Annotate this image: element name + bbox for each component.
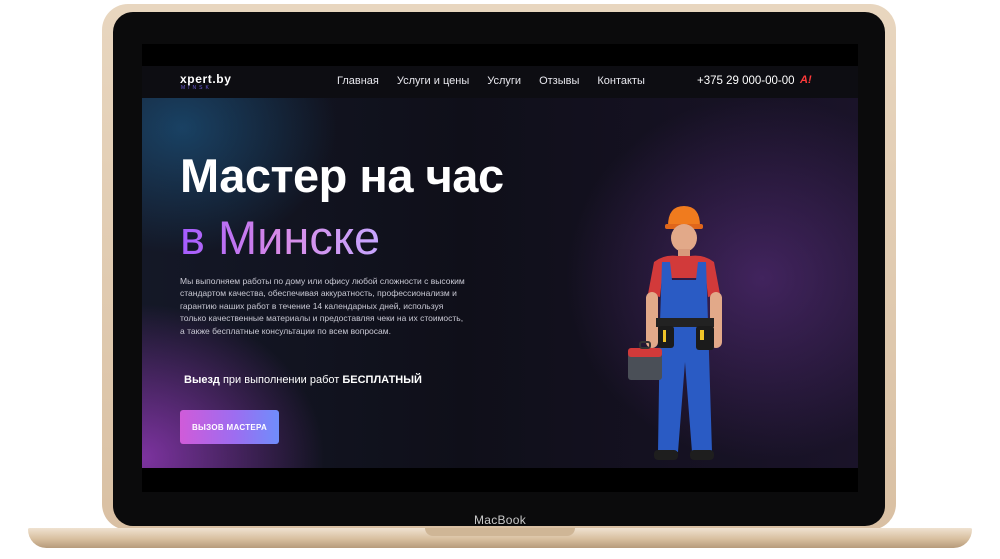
hero-description: Мы выполняем работы по дому или офису лю… (180, 276, 465, 336)
screen-bottom-bar (142, 468, 858, 492)
free-visit-note-bold-1: Выезд (184, 374, 220, 386)
nav-link-contacts[interactable]: Контакты (597, 75, 645, 87)
hero-title: Мастер на час (180, 149, 504, 202)
free-visit-note: Выезд при выполнении работ БЕСПЛАТНЫЙ (184, 374, 422, 386)
main-nav: Главная Услуги и цены Услуги Отзывы Конт… (337, 75, 645, 87)
nav-link-reviews[interactable]: Отзывы (539, 75, 579, 87)
nav-link-services-prices[interactable]: Услуги и цены (397, 75, 469, 87)
free-visit-note-bold-2: БЕСПЛАТНЫЙ (342, 374, 422, 386)
site-logo-subtitle: MINSK (181, 85, 212, 91)
laptop-screen: xpert.by MINSK Главная Услуги и цены Усл… (142, 44, 858, 492)
hero-subtitle: в Минске (180, 211, 381, 264)
free-visit-note-text: при выполнении работ (219, 374, 343, 386)
hero-section: Мастер на час в Минске Мы выполняем рабо… (142, 98, 858, 468)
screen-top-bar (142, 44, 858, 66)
device-brand-label: MacBook (473, 513, 527, 527)
call-master-button[interactable]: ВЫЗОВ МАСТЕРА (180, 410, 279, 444)
worker-image (628, 206, 722, 460)
nav-link-services[interactable]: Услуги (487, 75, 521, 87)
phone-link[interactable]: +375 29 000-00-00 (697, 75, 795, 87)
site-logo[interactable]: xpert.by (180, 72, 231, 86)
laptop-notch (425, 528, 575, 536)
phone-operator-icon: A! (800, 74, 812, 86)
nav-link-home[interactable]: Главная (337, 75, 379, 87)
site-header: xpert.by MINSK Главная Услуги и цены Усл… (142, 66, 858, 98)
